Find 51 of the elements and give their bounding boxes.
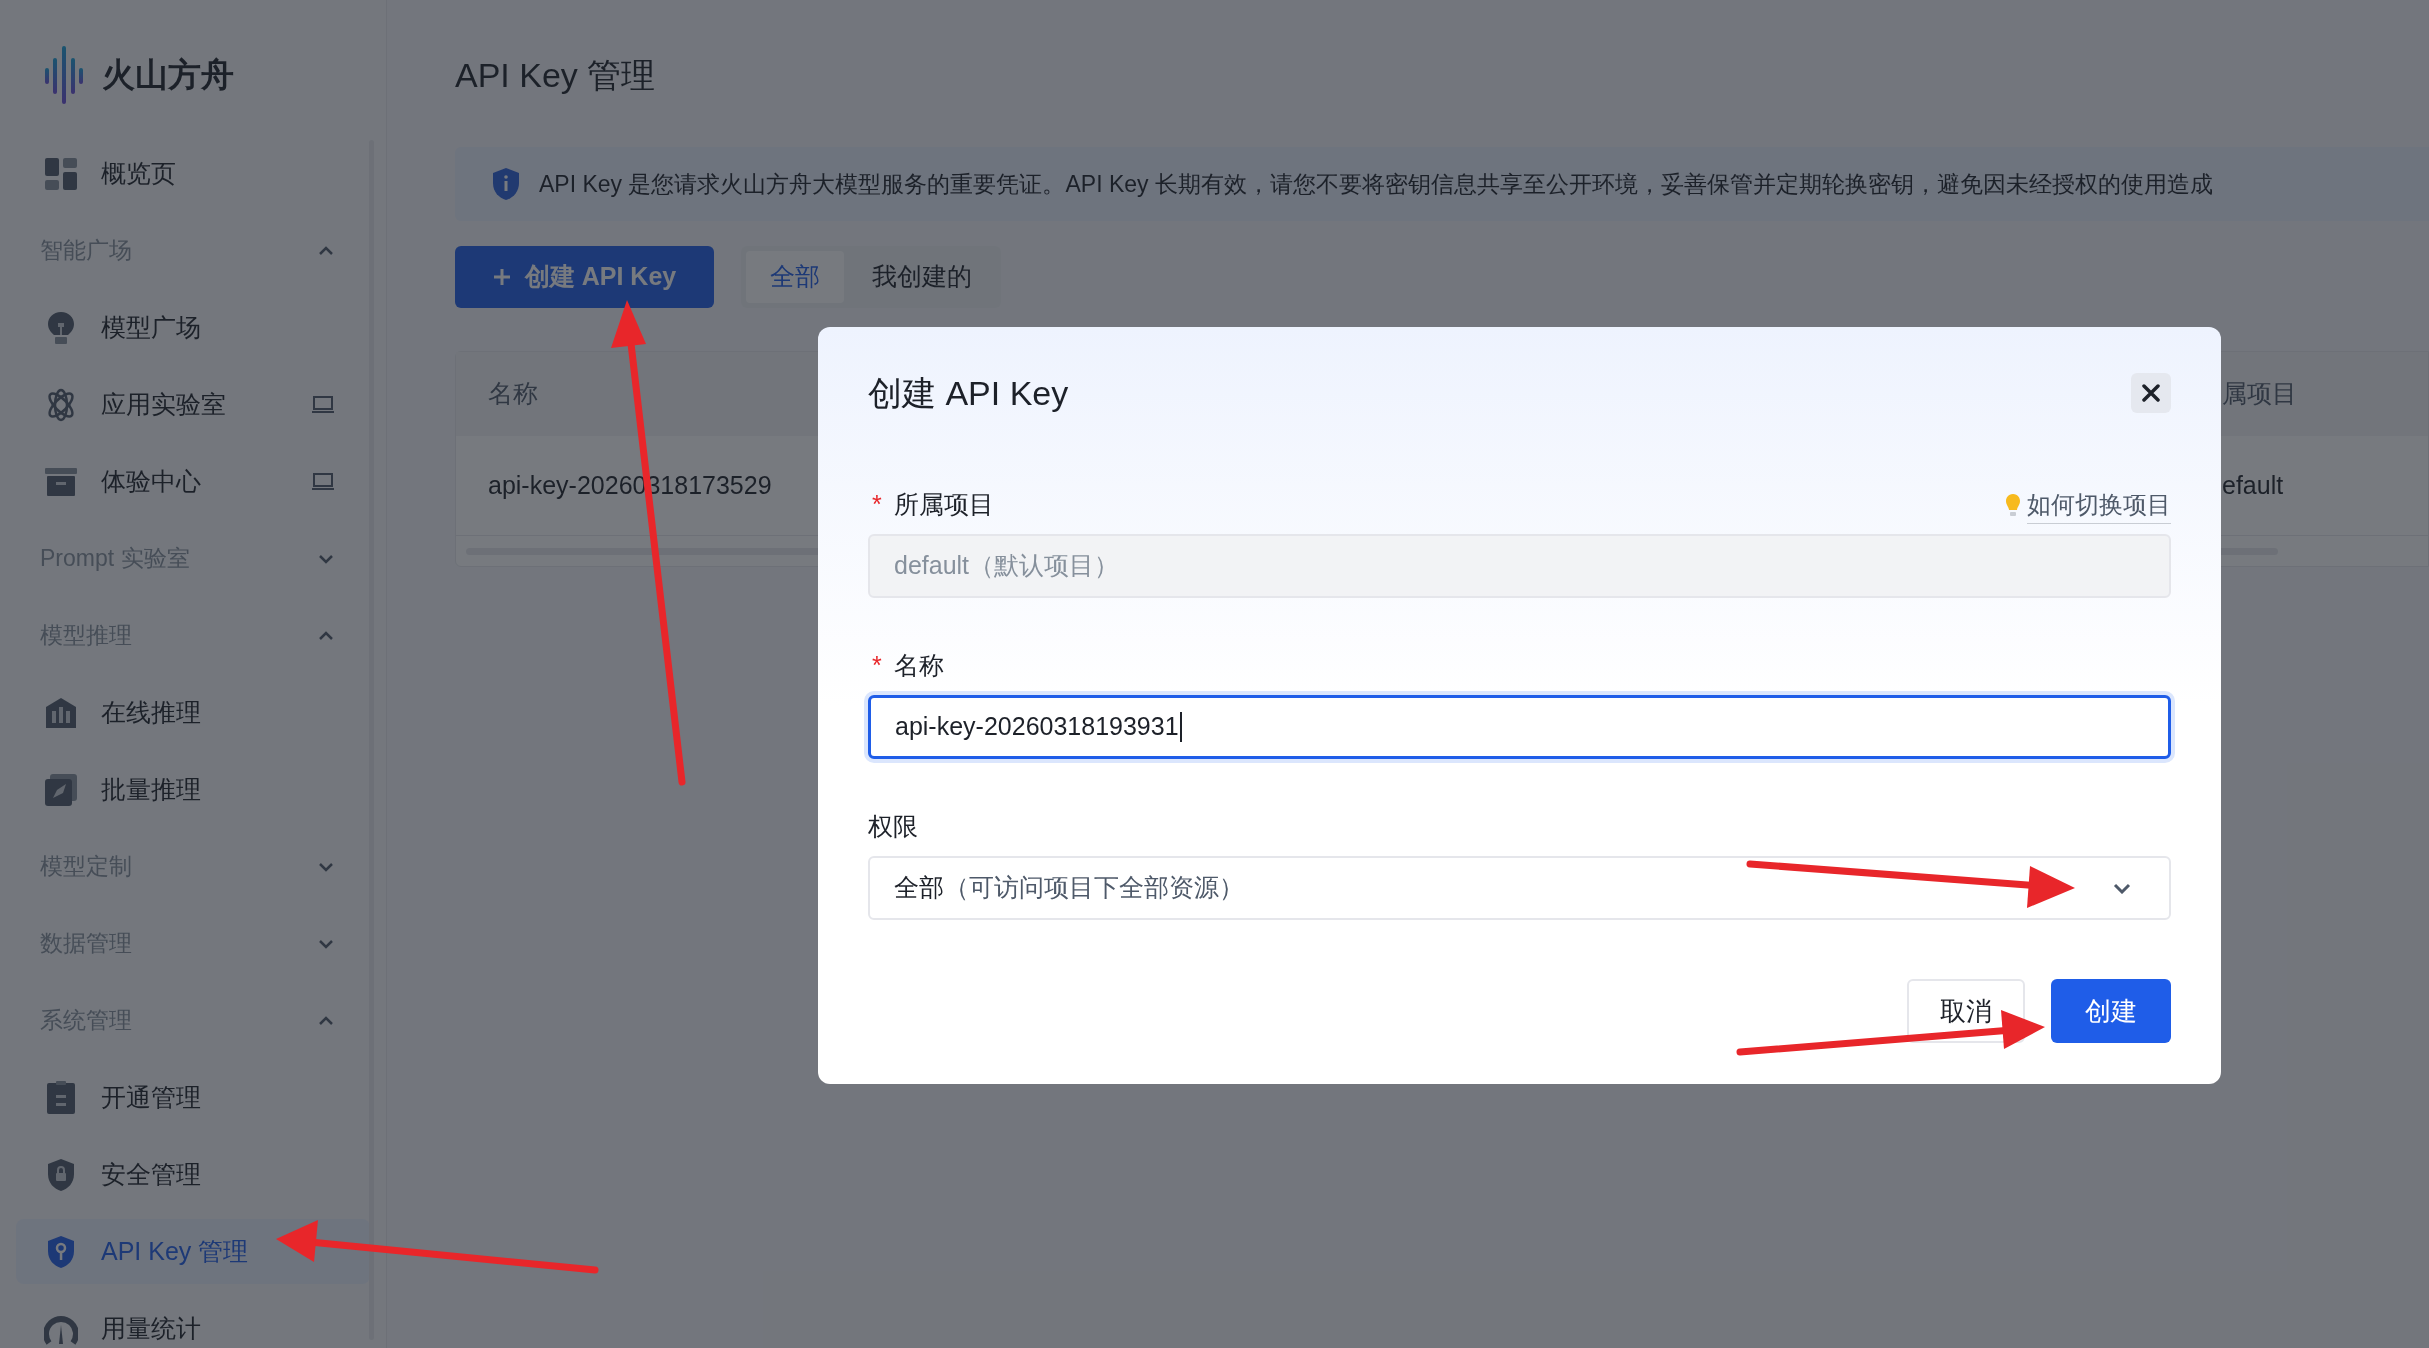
notice-text: API Key 是您请求火山方舟大模型服务的重要凭证。API Key 长期有效，请您不要将密钥信息共享至公开环境，妥善保管并定期轮换密钥，避免因未经授权的使用造成 <box>539 169 2213 199</box>
chevron-up-icon <box>318 245 334 256</box>
nav-item[interactable]: 用量统计 <box>16 1290 370 1348</box>
column-header: 属项目 <box>2222 379 2297 408</box>
nav-item[interactable]: 批量推理 <box>16 751 370 828</box>
project-field: default（默认项目） <box>868 534 2171 598</box>
create-api-key-button[interactable]: 创建 API Key <box>455 246 714 308</box>
bulb-icon <box>46 310 76 345</box>
chevron-down-icon <box>318 861 334 872</box>
column-header: 名称 <box>488 379 538 408</box>
clipboard-icon <box>46 1080 76 1115</box>
filter-tab[interactable]: 全部 <box>746 251 844 303</box>
page-title: API Key 管理 <box>455 55 656 96</box>
dialog-title: 创建 API Key <box>868 372 1069 414</box>
brand-name: 火山方舟 <box>102 54 234 95</box>
archive-icon <box>44 466 78 497</box>
logo-icon <box>44 45 84 104</box>
field-label: 权限 <box>868 811 918 843</box>
plus-icon <box>492 268 511 286</box>
required-mark: * <box>871 650 882 682</box>
nav-item[interactable]: 开通管理 <box>16 1059 370 1136</box>
required-mark: * <box>871 489 882 521</box>
shield-lock-icon <box>46 1157 76 1192</box>
chevron-down-icon <box>318 938 334 949</box>
chevron-down-icon <box>318 553 334 564</box>
dashboard-icon <box>44 156 78 191</box>
nav-item[interactable]: API Key 管理 <box>16 1219 370 1284</box>
nav-item[interactable]: 概览页 <box>16 135 370 212</box>
nav-item[interactable]: 应用实验室 <box>16 366 370 443</box>
laptop-icon <box>312 472 334 491</box>
shield-key-icon <box>46 1234 76 1269</box>
help-link[interactable]: 如何切换项目 <box>2027 486 2171 524</box>
chevron-up-icon <box>318 1015 334 1026</box>
table-cell: efault <box>2222 470 2284 499</box>
shield-icon <box>491 167 521 201</box>
nav-item[interactable]: 模型广场 <box>16 289 370 366</box>
field-label: 名称 <box>893 650 944 682</box>
field-label: 所属项目 <box>893 489 994 521</box>
close-icon <box>2142 384 2160 402</box>
create-button[interactable]: 创建 <box>2051 979 2171 1043</box>
filter-tab[interactable]: 我创建的 <box>848 251 996 303</box>
bulb-icon <box>2005 493 2021 517</box>
laptop-icon <box>312 395 334 414</box>
chevron-up-icon <box>318 630 334 641</box>
close-button[interactable] <box>2131 373 2171 413</box>
nav-item[interactable]: 体验中心 <box>16 443 370 520</box>
permission-select[interactable]: 全部（可访问项目下全部资源） <box>868 856 2171 920</box>
nav-item[interactable]: 安全管理 <box>16 1136 370 1213</box>
chevron-down-icon <box>2113 882 2131 894</box>
nav-item[interactable]: 在线推理 <box>16 674 370 751</box>
bar-chart-icon <box>44 696 78 729</box>
